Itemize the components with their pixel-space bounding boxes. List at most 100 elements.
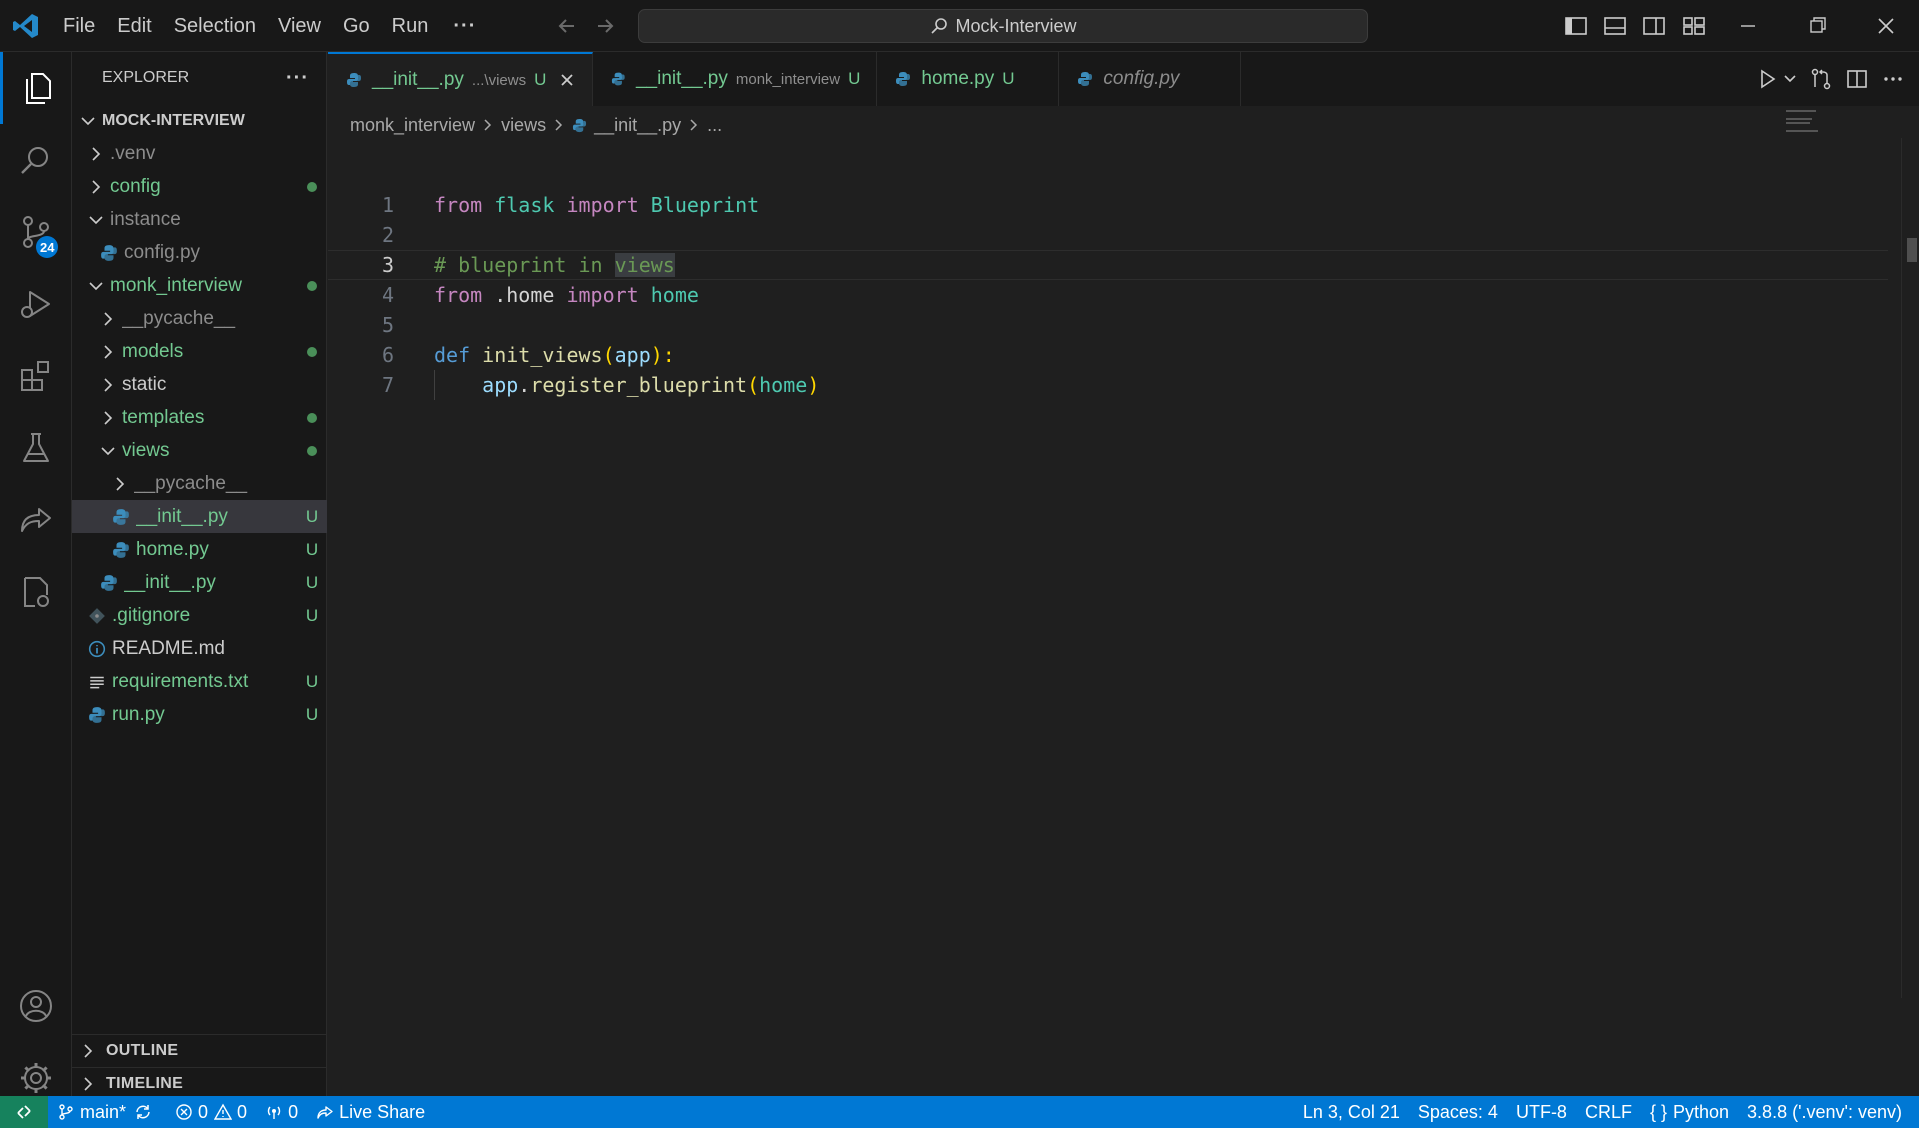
chevron-down-icon (89, 215, 103, 224)
chevron-right-icon (484, 119, 492, 131)
tree-file[interactable]: run.py U (72, 698, 327, 731)
tree-file[interactable]: README.md (72, 632, 327, 665)
menu-edit[interactable]: Edit (106, 15, 162, 38)
tree-file[interactable]: __init__.py U (72, 566, 327, 599)
source-control-view-button[interactable]: 24 (0, 196, 72, 268)
tree-item-label: .gitignore (112, 604, 191, 626)
accounts-button[interactable] (0, 970, 72, 1042)
indentation-status[interactable]: Spaces: 4 (1409, 1096, 1507, 1128)
customize-layout-icon[interactable] (1680, 12, 1708, 40)
breadcrumb-item[interactable]: __init__.py (594, 115, 681, 136)
tree-item-label: instance (110, 208, 181, 230)
menu-more-button[interactable]: ··· (439, 15, 490, 38)
remote-explorer-view-button[interactable] (0, 484, 72, 556)
problems-status[interactable]: 0 0 (166, 1096, 256, 1128)
restore-window-icon[interactable] (1803, 12, 1831, 40)
testing-view-button[interactable] (0, 412, 72, 484)
tab-config-py[interactable]: config.py (1059, 52, 1242, 106)
menu-file[interactable]: File (52, 15, 106, 38)
search-view-button[interactable] (0, 124, 72, 196)
split-editor-icon[interactable] (1845, 67, 1869, 91)
toggle-panel-icon[interactable] (1601, 12, 1629, 40)
language-mode-status[interactable]: { } Python (1641, 1096, 1738, 1128)
cursor-position-status[interactable]: Ln 3, Col 21 (1294, 1096, 1409, 1128)
tree-folder[interactable]: __pycache__ (72, 467, 327, 500)
menu-view[interactable]: View (267, 15, 332, 38)
minimize-window-icon[interactable] (1734, 12, 1762, 40)
tab-home-py[interactable]: home.py U (877, 52, 1060, 106)
tab-init-views[interactable]: __init__.py ...\views U (328, 52, 594, 106)
docker-view-button[interactable] (0, 556, 72, 628)
git-branch-status[interactable]: main* (48, 1096, 166, 1128)
tree-folder[interactable]: models (72, 335, 327, 368)
explorer-view-button[interactable] (0, 52, 72, 124)
tree-folder[interactable]: instance (72, 203, 327, 236)
explorer-more-actions-button[interactable]: ··· (286, 67, 309, 90)
more-actions-icon[interactable] (1881, 67, 1905, 91)
open-changes-icon[interactable] (1809, 67, 1833, 91)
tree-file[interactable]: config.py (72, 236, 327, 269)
close-window-icon[interactable] (1872, 12, 1900, 40)
git-status-badge: U (305, 671, 319, 691)
tree-folder[interactable]: config (72, 170, 327, 203)
run-debug-view-button[interactable] (0, 268, 72, 340)
tree-folder[interactable]: __pycache__ (72, 302, 327, 335)
command-center-search[interactable]: Mock-Interview (638, 9, 1368, 43)
explorer-root-folder[interactable]: MOCK-INTERVIEW (72, 104, 327, 137)
status-bar: main* 0 0 0 Live Share Ln 3, Col 21 Spac… (0, 1096, 1919, 1128)
outline-section-header[interactable]: OUTLINE (72, 1034, 327, 1067)
line-number: 4 (381, 283, 394, 307)
tree-item-label: templates (122, 406, 205, 428)
sync-icon[interactable] (134, 1103, 152, 1121)
scrollbar-thumb[interactable] (1907, 238, 1917, 262)
run-python-file-icon[interactable] (1755, 67, 1779, 91)
python-file-icon (573, 118, 587, 132)
tree-file[interactable]: home.py U (72, 533, 327, 566)
tab-init-monk-interview[interactable]: __init__.py monk_interview U (593, 52, 878, 106)
tab-description: monk_interview (735, 70, 841, 88)
explorer-sidebar: EXPLORER ··· MOCK-INTERVIEW .venv config in… (72, 52, 327, 1096)
tab-git-status: U (534, 70, 547, 89)
extensions-view-button[interactable] (0, 340, 72, 412)
breadcrumb-item[interactable]: monk_interview (350, 115, 475, 136)
toggle-primary-sidebar-icon[interactable] (1562, 12, 1590, 40)
explorer-header: EXPLORER ··· (72, 52, 327, 104)
editor-scrollbar[interactable] (1901, 138, 1919, 998)
menu-run[interactable]: Run (381, 15, 440, 38)
title-bar: File Edit Selection View Go Run ··· Mock… (0, 0, 1919, 52)
tree-folder[interactable]: .venv (72, 137, 327, 170)
menu-selection[interactable]: Selection (163, 15, 267, 38)
tab-git-status: U (848, 69, 861, 88)
tree-folder[interactable]: monk_interview (72, 269, 327, 302)
forward-arrow-icon[interactable] (592, 13, 618, 39)
code-editor[interactable]: 1 from flask import Blueprint 2 3 # blue… (328, 190, 1888, 400)
tree-folder[interactable]: views (72, 434, 327, 467)
remote-indicator-button[interactable] (0, 1096, 48, 1128)
python-interpreter-status[interactable]: 3.8.8 ('.venv': venv) (1738, 1096, 1911, 1128)
tree-item-label: __pycache__ (122, 307, 236, 329)
breadcrumb-item[interactable]: views (501, 115, 546, 136)
git-branch-icon (59, 1104, 73, 1120)
chevron-right-icon (104, 344, 113, 359)
git-file-icon (89, 607, 105, 624)
tree-folder[interactable]: static (72, 368, 327, 401)
live-share-status[interactable]: Live Share (307, 1096, 434, 1128)
tree-file[interactable]: __init__.py U (72, 500, 327, 533)
tree-file[interactable]: .gitignore U (72, 599, 327, 632)
chevron-right-icon (690, 119, 698, 131)
ports-status[interactable]: 0 (256, 1096, 307, 1128)
toggle-secondary-sidebar-icon[interactable] (1640, 12, 1668, 40)
tree-file[interactable]: requirements.txt U (72, 665, 327, 698)
vscode-logo-icon[interactable] (12, 12, 40, 40)
close-icon[interactable] (558, 71, 576, 89)
minimap[interactable] (1786, 110, 1866, 140)
chevron-down-icon[interactable] (1783, 67, 1797, 91)
eol-status[interactable]: CRLF (1576, 1096, 1641, 1128)
breadcrumb-item[interactable]: ... (707, 115, 722, 136)
tree-folder[interactable]: templates (72, 401, 327, 434)
menu-go[interactable]: Go (332, 15, 381, 38)
chevron-right-icon (555, 119, 563, 131)
chevron-right-icon (84, 1044, 93, 1058)
back-arrow-icon[interactable] (554, 13, 580, 39)
encoding-status[interactable]: UTF-8 (1507, 1096, 1576, 1128)
